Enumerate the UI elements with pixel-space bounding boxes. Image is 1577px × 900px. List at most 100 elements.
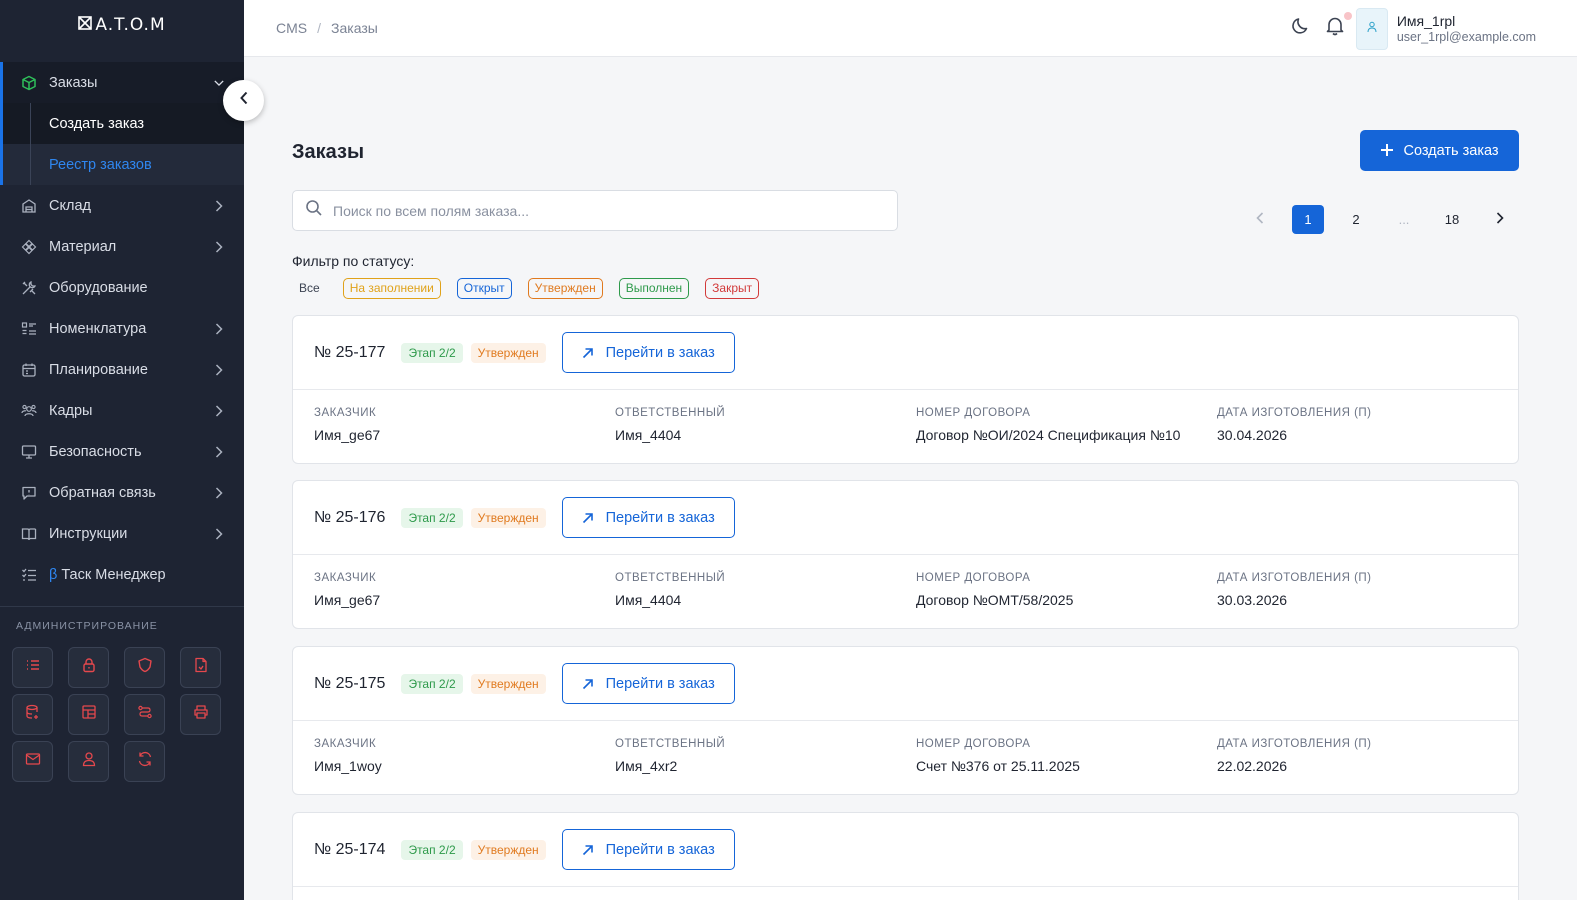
chevron-right-icon: [214, 404, 224, 417]
notification-dot: [1343, 11, 1352, 20]
open-order-button[interactable]: Перейти в заказ: [561, 663, 735, 704]
notifications-button[interactable]: [1324, 11, 1352, 40]
chevron-right-icon: [214, 363, 224, 376]
sidebar-item-label: Обратная связь: [49, 484, 156, 501]
sidebar-item-equipment[interactable]: Оборудование: [0, 267, 244, 308]
status-filter-label: Фильтр по статусу:: [292, 253, 415, 269]
arrow-up-right-icon: [582, 347, 594, 359]
tasks-icon: [20, 566, 38, 584]
brand-logo[interactable]: A.T.O.M: [0, 0, 244, 50]
admin-tools-grid: [12, 647, 221, 782]
sidebar-item-material[interactable]: Материал: [0, 226, 244, 267]
admin-mail-button[interactable]: [12, 741, 53, 782]
search-box: [292, 190, 898, 231]
tools-icon: [20, 279, 38, 297]
filter-open[interactable]: Открыт: [456, 278, 512, 299]
sidebar-subitem-orders-registry[interactable]: Реестр заказов: [0, 144, 244, 185]
people-icon: [20, 402, 38, 420]
lock-icon: [81, 657, 97, 678]
order-card: № 25-176 Этап 2/2 Утвержден Перейти в за…: [292, 480, 1519, 629]
open-order-button[interactable]: Перейти в заказ: [561, 829, 735, 870]
order-number: № 25-175: [314, 674, 386, 692]
chevron-right-icon: [214, 445, 224, 458]
page-title: Заказы: [292, 141, 365, 163]
admin-document-button[interactable]: [180, 647, 221, 688]
sidebar-item-task-manager[interactable]: β Таск Менеджер: [0, 554, 244, 595]
admin-user-button[interactable]: [68, 741, 109, 782]
order-card-header: № 25-174 Этап 2/2 Утвержден Перейти в за…: [293, 813, 1518, 887]
pagination: 1 2 ... 18: [1244, 204, 1532, 234]
top-right-controls: Имя_1rpl user_1rpl@example.com: [1290, 0, 1577, 57]
prev-page-button[interactable]: [1244, 205, 1276, 234]
sidebar-collapse-button[interactable]: [223, 80, 264, 121]
date-value: 22.02.2026: [1217, 758, 1288, 774]
theme-toggle-button[interactable]: [1290, 18, 1312, 40]
sidebar-item-warehouse[interactable]: Склад: [0, 185, 244, 226]
order-card-details: ЗАКАЗЧИК Имя_ge67 ОТВЕТСТВЕННЫЙ Имя_4404 Н…: [293, 390, 1518, 443]
admin-print-button[interactable]: [180, 694, 221, 735]
status-badge: Утвержден: [470, 507, 546, 528]
next-page-button[interactable]: [1484, 205, 1516, 234]
customer-field: ЗАКАЗЧИК Имя_ge67: [314, 572, 615, 608]
open-order-button[interactable]: Перейти в заказ: [561, 497, 735, 538]
sidebar-item-label: Кадры: [49, 402, 93, 419]
open-order-button[interactable]: Перейти в заказ: [561, 332, 735, 373]
admin-list-button[interactable]: [12, 647, 53, 688]
filter-filling[interactable]: На заполнении: [342, 278, 441, 299]
breadcrumb-cms[interactable]: CMS: [276, 20, 307, 36]
page-1-button[interactable]: 1: [1292, 204, 1324, 234]
create-order-button[interactable]: Создать заказ: [1360, 130, 1519, 171]
admin-shield-button[interactable]: [124, 647, 165, 688]
arrow-up-right-icon: [582, 844, 594, 856]
filter-done[interactable]: Выполнен: [618, 278, 690, 299]
admin-sync-button[interactable]: [124, 741, 165, 782]
user-icon: [81, 751, 97, 772]
subitem-label: Реестр заказов: [49, 156, 152, 173]
sidebar-subitem-create-order[interactable]: Создать заказ: [0, 103, 244, 144]
field-label: ДАТА ИЗГОТОВЛЕНИЯ (П): [1217, 738, 1372, 750]
page-18-button[interactable]: 18: [1436, 205, 1468, 234]
sidebar-item-orders[interactable]: Заказы: [0, 62, 244, 103]
sidebar-item-planning[interactable]: Планирование: [0, 349, 244, 390]
order-card: № 25-177 Этап 2/2 Утвержден Перейти в за…: [292, 315, 1519, 464]
field-label: ДАТА ИЗГОТОВЛЕНИЯ (П): [1217, 572, 1372, 584]
order-card: № 25-175 Этап 2/2 Утвержден Перейти в за…: [292, 646, 1519, 795]
sidebar-item-security[interactable]: Безопасность: [0, 431, 244, 472]
user-info[interactable]: Имя_1rpl user_1rpl@example.com: [1397, 13, 1536, 44]
order-number: № 25-177: [314, 343, 386, 361]
field-label: ЗАКАЗЧИК: [314, 738, 377, 750]
stage-badge: Этап 2/2: [401, 673, 463, 694]
admin-lock-button[interactable]: [68, 647, 109, 688]
page-2-button[interactable]: 2: [1340, 205, 1372, 234]
monitor-icon: [20, 443, 38, 461]
sidebar-item-feedback[interactable]: Обратная связь: [0, 472, 244, 513]
printer-icon: [193, 704, 209, 725]
sidebar-item-label: β Таск Менеджер: [49, 567, 224, 583]
admin-workflow-button[interactable]: [124, 694, 165, 735]
main-content: Заказы Создать заказ 1 2 ... 18 Фильтр п…: [244, 57, 1577, 900]
filter-approved[interactable]: Утвержден: [527, 278, 603, 299]
cube-icon: [20, 74, 38, 92]
stage-badge: Этап 2/2: [401, 507, 463, 528]
chevron-right-icon: [214, 322, 224, 335]
status-badge: Утвержден: [470, 342, 546, 363]
book-icon: [20, 525, 38, 543]
search-input[interactable]: [333, 202, 873, 219]
contract-value: Счет №376 от 25.11.2025: [916, 758, 1080, 774]
status-filters: Все На заполнении Открыт Утвержден Выпол…: [292, 278, 775, 299]
sidebar-item-staff[interactable]: Кадры: [0, 390, 244, 431]
sidebar-item-instructions[interactable]: Инструкции: [0, 513, 244, 554]
date-field: ДАТА ИЗГОТОВЛЕНИЯ (П) 22.02.2026: [1217, 738, 1518, 774]
filter-all[interactable]: Все: [292, 278, 327, 299]
task-manager-label: Таск Менеджер: [61, 566, 166, 583]
avatar[interactable]: [1355, 7, 1388, 50]
field-label: ЗАКАЗЧИК: [314, 407, 377, 419]
sidebar-item-label: Склад: [49, 197, 91, 214]
arrow-up-right-icon: [582, 678, 594, 690]
sidebar-item-nomenclature[interactable]: Номенклатура: [0, 308, 244, 349]
filter-closed[interactable]: Закрыт: [705, 278, 760, 299]
admin-database-button[interactable]: [12, 694, 53, 735]
order-card-header: № 25-175 Этап 2/2 Утвержден Перейти в за…: [293, 647, 1518, 721]
workflow-icon: [137, 704, 153, 725]
admin-table-button[interactable]: [68, 694, 109, 735]
